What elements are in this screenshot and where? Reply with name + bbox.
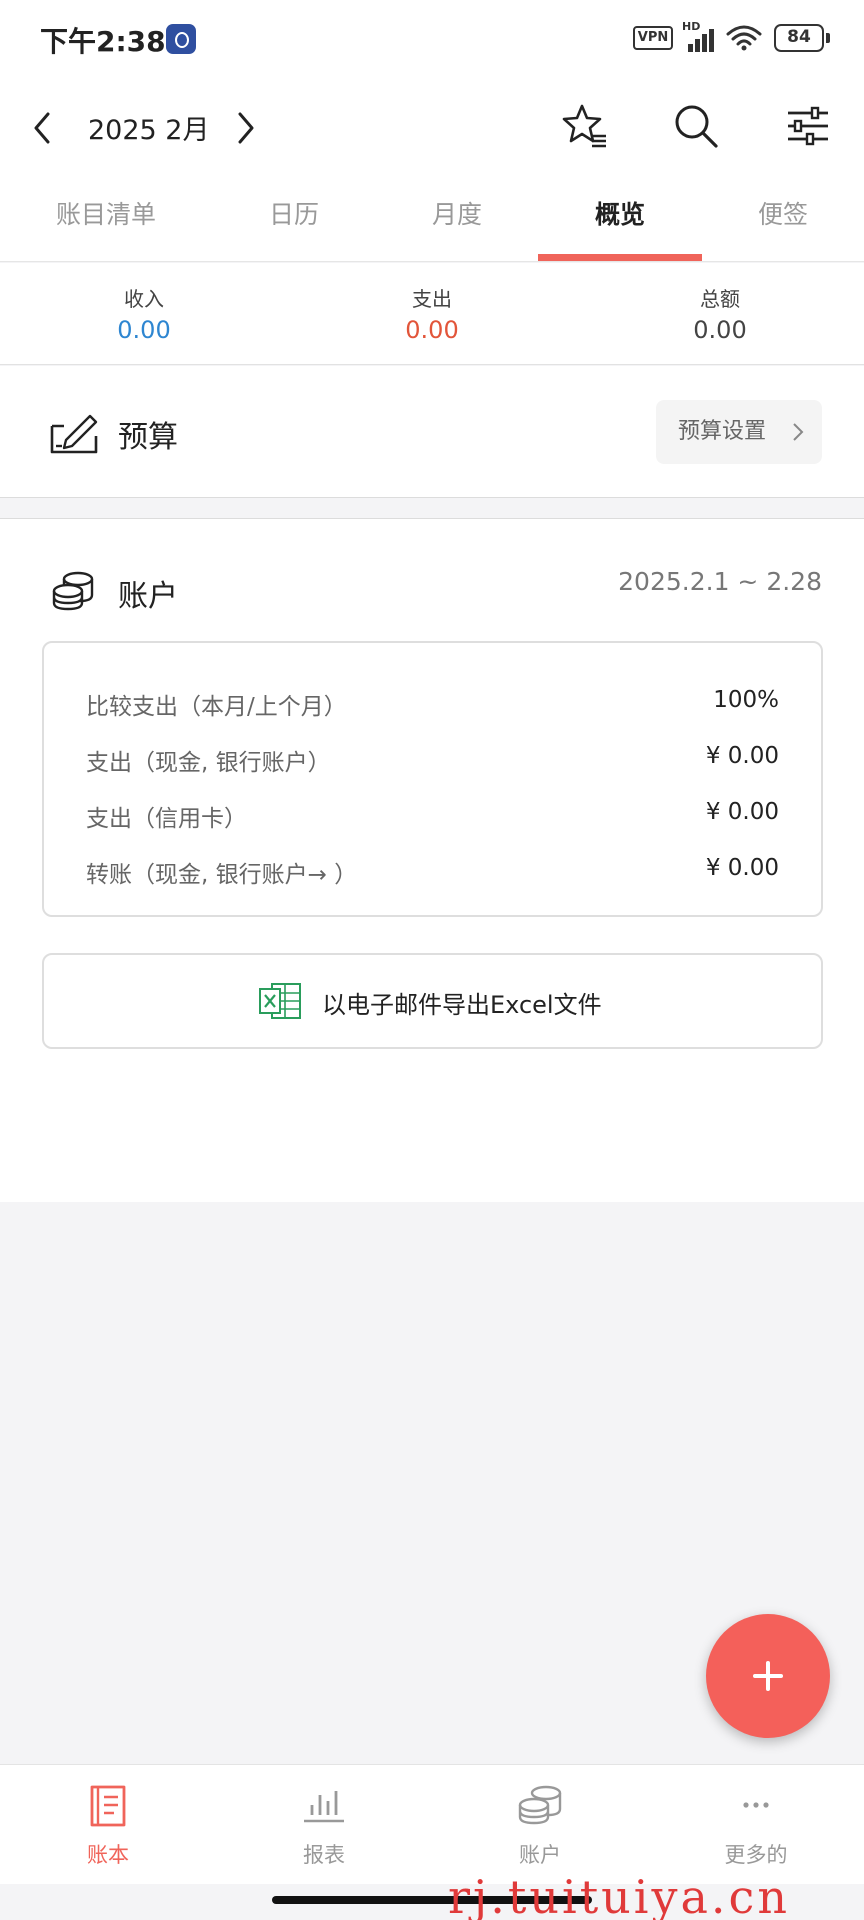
tab-ledger-list[interactable]: 账目清单 <box>0 178 212 262</box>
list-item: 比较支出（本月/上个月） 100% <box>86 687 779 723</box>
coins-icon <box>52 571 94 611</box>
budget-title: 预算 <box>118 420 178 455</box>
nav-label: 更多的 <box>724 1843 788 1867</box>
expense-label: 支出 <box>412 287 452 311</box>
wifi-icon <box>726 25 762 51</box>
nav-label: 账户 <box>519 1843 561 1867</box>
income-label: 收入 <box>124 287 164 311</box>
total-label: 总额 <box>700 287 740 311</box>
favorite-star-icon[interactable] <box>556 98 612 154</box>
watermark-text: rj.tuituiya.cn <box>448 1870 790 1920</box>
list-item: 支出（信用卡） ¥ 0.00 <box>86 799 779 835</box>
active-tab-indicator <box>538 254 702 261</box>
header: 2025 2月 <box>0 78 864 178</box>
row-label: 比较支出（本月/上个月） <box>86 694 347 720</box>
budget-section: 预算 预算设置 <box>0 366 864 498</box>
notification-app-icon <box>166 24 196 54</box>
date-range: 2025.2.1 ~ 2.28 <box>618 567 822 596</box>
total-summary: 总额 0.00 <box>576 283 864 344</box>
status-time: 下午2:38 <box>40 25 166 58</box>
month-title: 2025 2月 <box>88 115 210 146</box>
row-value: ¥ 0.00 <box>705 855 779 881</box>
status-bar: 下午2:38 VPN HD 84 <box>0 0 864 78</box>
accounts-section: 账户 2025.2.1 ~ 2.28 比较支出（本月/上个月） 100% 支出（… <box>0 518 864 1202</box>
nav-item-ledger[interactable]: 账本 <box>0 1765 216 1885</box>
account-summary-card: 比较支出（本月/上个月） 100% 支出（现金, 银行账户） ¥ 0.00 支出… <box>42 641 823 917</box>
chart-icon <box>304 1791 344 1823</box>
export-label: 以电子邮件导出Excel文件 <box>322 991 602 1019</box>
nav-item-more[interactable]: 更多的 <box>648 1765 864 1885</box>
nav-label: 账本 <box>87 1843 129 1867</box>
expense-value: 0.00 <box>405 316 459 344</box>
tab-bar: 账目清单 日历 月度 概览 便签 <box>0 178 864 262</box>
search-icon[interactable] <box>668 98 724 154</box>
tab-monthly[interactable]: 月度 <box>376 178 538 262</box>
tab-calendar[interactable]: 日历 <box>212 178 376 262</box>
filter-settings-icon[interactable] <box>780 98 836 154</box>
income-summary: 收入 0.00 <box>0 283 288 344</box>
bottom-nav: 账本 报表 账户 更多的 <box>0 1764 864 1884</box>
list-item: 转账（现金, 银行账户→ ） ¥ 0.00 <box>86 855 779 891</box>
tab-notes[interactable]: 便签 <box>702 178 864 262</box>
budget-pen-icon <box>50 414 98 454</box>
budget-settings-label: 预算设置 <box>678 419 767 444</box>
battery-icon: 84 <box>774 24 830 52</box>
total-value: 0.00 <box>693 316 747 344</box>
nav-label: 报表 <box>303 1843 345 1867</box>
more-icon <box>743 1802 769 1808</box>
vpn-icon: VPN <box>633 26 673 50</box>
row-label: 支出（现金, 银行账户） <box>86 750 331 776</box>
excel-icon <box>259 983 301 1019</box>
expense-summary: 支出 0.00 <box>288 283 576 344</box>
nav-item-reports[interactable]: 报表 <box>216 1765 432 1885</box>
tab-overview[interactable]: 概览 <box>538 178 702 262</box>
row-value: ¥ 0.00 <box>705 743 779 769</box>
nav-item-accounts[interactable]: 账户 <box>432 1765 648 1885</box>
list-item: 支出（现金, 银行账户） ¥ 0.00 <box>86 743 779 779</box>
prev-month-button[interactable] <box>22 102 66 154</box>
income-value: 0.00 <box>117 316 171 344</box>
row-value: 100% <box>713 687 779 713</box>
summary-bar: 收入 0.00 支出 0.00 总额 0.00 <box>0 263 864 365</box>
coins-icon <box>518 1785 562 1825</box>
export-excel-button[interactable]: 以电子邮件导出Excel文件 <box>42 953 823 1049</box>
book-icon <box>90 1785 126 1827</box>
accounts-title: 账户 <box>118 579 178 614</box>
signal-icon <box>682 22 716 52</box>
add-entry-button[interactable] <box>706 1614 830 1738</box>
row-label: 转账（现金, 银行账户→ ） <box>86 862 358 888</box>
chevron-right-icon <box>793 423 804 441</box>
budget-settings-button[interactable]: 预算设置 <box>656 400 822 464</box>
next-month-button[interactable] <box>222 102 266 154</box>
row-label: 支出（信用卡） <box>86 806 247 832</box>
row-value: ¥ 0.00 <box>705 799 779 825</box>
